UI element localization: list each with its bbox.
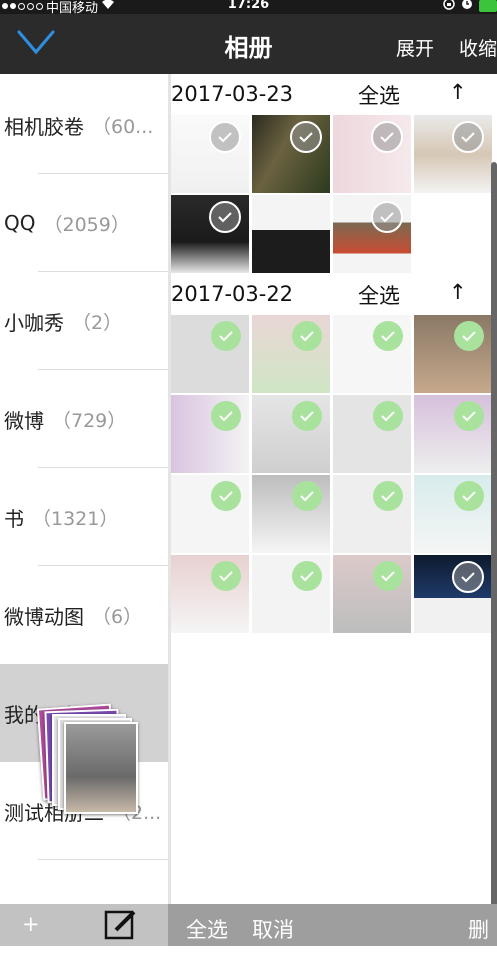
section-header: 2017-03-22 全选 ↑ <box>171 274 497 318</box>
bottom-toolbar: + 全选 取消 删除 <box>0 904 497 972</box>
album-count: （60... <box>92 115 154 138</box>
check-icon[interactable] <box>454 481 484 511</box>
album-name: 微博 <box>4 408 44 433</box>
select-all-button[interactable]: 全选 <box>358 80 400 110</box>
alarm-icon <box>461 0 473 14</box>
photo-thumbnail[interactable] <box>252 195 330 273</box>
check-icon[interactable] <box>373 321 403 351</box>
photo-thumbnail[interactable] <box>333 475 411 553</box>
photo-thumbnail[interactable] <box>171 475 249 553</box>
section-date: 2017-03-22 <box>171 282 294 306</box>
photo-grid: 2017-03-23 全选 ↑ 2017-03-22 全选 ↑ <box>171 74 497 904</box>
edit-icon[interactable] <box>104 908 138 945</box>
photo-thumbnail[interactable] <box>333 315 411 393</box>
section-date: 2017-03-23 <box>171 82 294 106</box>
photo-thumbnail[interactable] <box>414 395 492 473</box>
photo-thumbnail[interactable] <box>252 555 330 633</box>
album-count: （6） <box>92 605 143 628</box>
delete-button[interactable]: 删除 <box>468 914 497 974</box>
status-time: 17:26 <box>227 0 270 12</box>
album-count: （2059） <box>43 213 130 236</box>
photo-thumbnail[interactable] <box>252 475 330 553</box>
album-item-xiaokaxiu[interactable]: 小咖秀 （2） <box>0 272 168 370</box>
photo-thumbnail[interactable] <box>171 395 249 473</box>
check-icon[interactable] <box>209 201 241 233</box>
cancel-button[interactable]: 取消 <box>252 914 294 944</box>
album-item-weibo-gif[interactable]: 微博动图 （6） <box>0 566 168 664</box>
photo-thumbnail[interactable] <box>333 115 411 193</box>
album-count: （1321） <box>32 507 119 530</box>
check-icon[interactable] <box>209 121 241 153</box>
select-all-button[interactable]: 全选 <box>358 280 400 310</box>
photo-thumbnail[interactable] <box>252 315 330 393</box>
photo-thumbnail[interactable] <box>414 555 492 633</box>
photo-thumbnail[interactable] <box>333 395 411 473</box>
scrollbar[interactable] <box>491 162 497 904</box>
album-count: （2） <box>72 311 123 334</box>
status-bar: 中国移动 17:26 <box>0 0 497 16</box>
check-icon[interactable] <box>371 201 403 233</box>
check-icon[interactable] <box>454 401 484 431</box>
status-right <box>443 0 497 14</box>
photo-thumbnail[interactable] <box>171 115 249 193</box>
collapse-arrow-icon[interactable]: ↑ <box>449 80 467 104</box>
album-count: （729） <box>52 409 127 432</box>
album-item-qq[interactable]: QQ （2059） <box>0 174 168 272</box>
photo-thumbnail[interactable] <box>333 195 411 273</box>
check-icon[interactable] <box>211 481 241 511</box>
check-icon[interactable] <box>373 401 403 431</box>
check-icon[interactable] <box>373 481 403 511</box>
photo-thumbnail[interactable] <box>414 315 492 393</box>
photo-thumbnail[interactable] <box>171 555 249 633</box>
check-icon[interactable] <box>292 321 322 351</box>
select-all-photos-button[interactable]: 全选 <box>186 914 228 944</box>
expand-button[interactable]: 展开 <box>396 34 434 61</box>
check-icon[interactable] <box>292 481 322 511</box>
check-icon[interactable] <box>371 121 403 153</box>
album-name: 书 <box>4 506 24 531</box>
photo-thumbnail[interactable] <box>252 115 330 193</box>
check-icon[interactable] <box>211 561 241 591</box>
battery-icon <box>479 0 497 12</box>
check-icon[interactable] <box>290 121 322 153</box>
album-toolbar: + <box>0 904 168 946</box>
check-icon[interactable] <box>211 401 241 431</box>
check-icon[interactable] <box>373 561 403 591</box>
divider <box>38 859 168 860</box>
rotation-lock-icon <box>443 0 455 14</box>
add-album-button[interactable]: + <box>22 912 40 936</box>
check-icon[interactable] <box>292 401 322 431</box>
photo-thumbnail[interactable] <box>252 395 330 473</box>
album-item-weibo[interactable]: 微博 （729） <box>0 370 168 468</box>
check-icon[interactable] <box>454 321 484 351</box>
photo-thumbnail[interactable] <box>171 195 249 273</box>
album-name: 小咖秀 <box>4 310 64 335</box>
album-name: 微博动图 <box>4 604 84 629</box>
album-item-camera-roll[interactable]: 相机胶卷 （60... <box>0 76 168 174</box>
album-name: 相机胶卷 <box>4 114 84 139</box>
album-name: QQ <box>4 211 36 235</box>
check-icon[interactable] <box>211 321 241 351</box>
collapse-button[interactable]: 收缩 <box>459 34 497 61</box>
album-item-books[interactable]: 书 （1321） <box>0 468 168 566</box>
photo-thumbnail[interactable] <box>414 475 492 553</box>
photo-thumbnail[interactable] <box>333 555 411 633</box>
check-icon[interactable] <box>292 561 322 591</box>
drag-photo-stack[interactable] <box>22 700 138 814</box>
photo-thumbnail[interactable] <box>414 115 492 193</box>
collapse-arrow-icon[interactable]: ↑ <box>449 280 467 304</box>
drag-card <box>64 722 138 814</box>
check-icon[interactable] <box>452 121 484 153</box>
navigation-bar: 相册 展开 收缩 <box>0 14 497 74</box>
photo-thumbnail[interactable] <box>171 315 249 393</box>
section-header: 2017-03-23 全选 ↑ <box>171 74 497 118</box>
check-icon[interactable] <box>452 561 484 593</box>
photo-toolbar: 全选 取消 删除 <box>168 904 497 972</box>
